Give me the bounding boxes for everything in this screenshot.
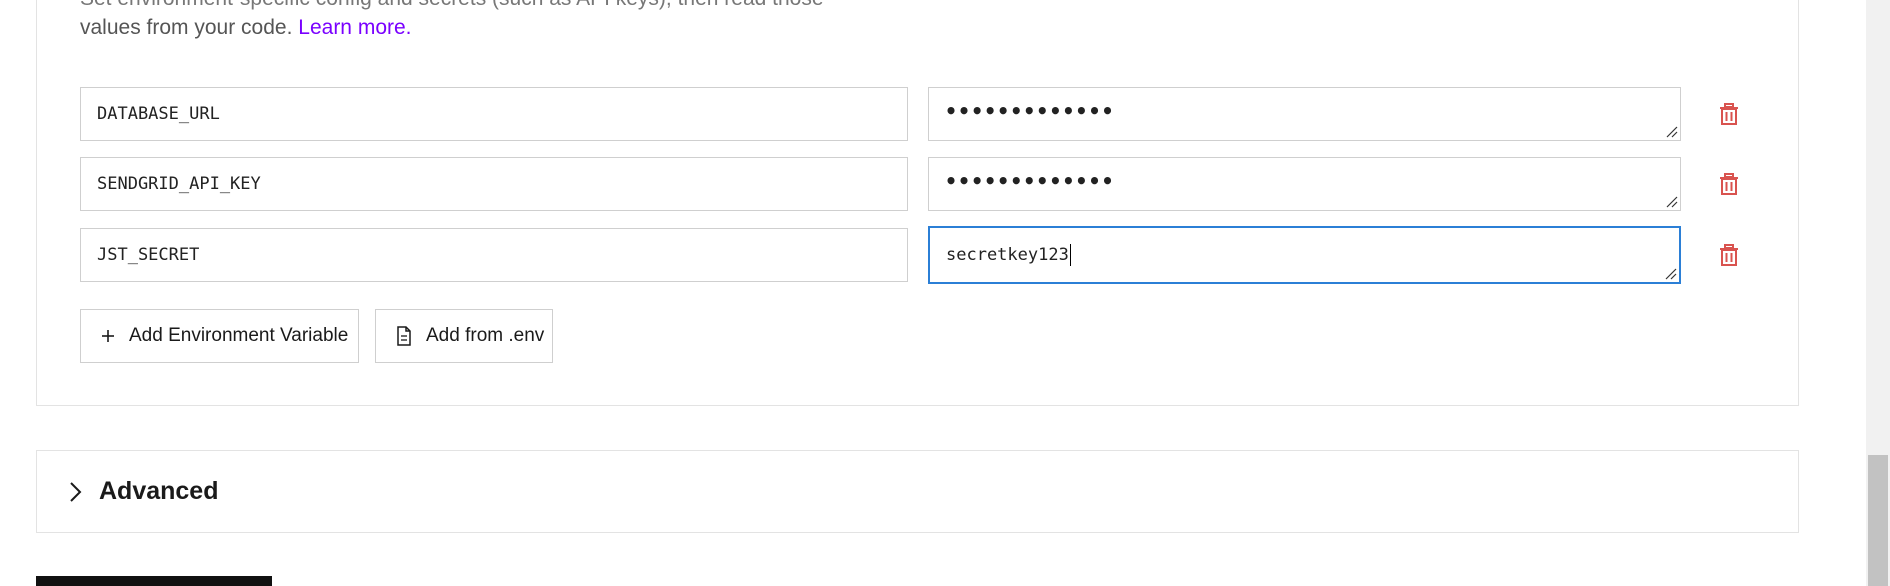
- add-environment-variable-button[interactable]: Add Environment Variable: [80, 309, 359, 363]
- masked-value: •••••••••••••: [945, 169, 1115, 193]
- trash-icon[interactable]: [1716, 242, 1742, 268]
- submit-button[interactable]: [36, 576, 272, 586]
- env-key-input[interactable]: SENDGRID_API_KEY: [80, 157, 908, 211]
- scrollbar-thumb[interactable]: [1868, 455, 1888, 586]
- file-icon: [396, 326, 412, 346]
- resize-handle-icon[interactable]: [1664, 194, 1678, 208]
- page: Set environment-specific config and secr…: [0, 0, 1890, 586]
- advanced-title: Advanced: [99, 477, 219, 505]
- env-key-value: JST_SECRET: [97, 245, 200, 265]
- add-from-env-label: Add from .env: [426, 325, 545, 346]
- env-value-text: secretkey123: [946, 245, 1069, 265]
- add-environment-variable-label: Add Environment Variable: [129, 325, 349, 346]
- env-value-input[interactable]: •••••••••••••: [928, 87, 1681, 141]
- description-line-2: values from your code. Learn more.: [80, 14, 412, 42]
- learn-more-link[interactable]: Learn more.: [298, 16, 411, 39]
- env-key-value: SENDGRID_API_KEY: [97, 174, 261, 194]
- env-value-input[interactable]: •••••••••••••: [928, 157, 1681, 211]
- env-key-input[interactable]: DATABASE_URL: [80, 87, 908, 141]
- text-cursor: [1069, 244, 1071, 266]
- description-text: values from your code.: [80, 16, 293, 39]
- trash-icon[interactable]: [1716, 101, 1742, 127]
- env-key-input[interactable]: JST_SECRET: [80, 228, 908, 282]
- resize-handle-icon[interactable]: [1664, 124, 1678, 138]
- chevron-right-icon: [67, 480, 83, 504]
- resize-handle-icon[interactable]: [1663, 266, 1677, 280]
- masked-value: •••••••••••••: [945, 99, 1115, 123]
- env-key-value: DATABASE_URL: [97, 104, 220, 124]
- advanced-section-toggle[interactable]: Advanced: [36, 450, 1799, 533]
- trash-icon[interactable]: [1716, 171, 1742, 197]
- description-line-1: Set environment-specific config and secr…: [80, 0, 824, 13]
- env-value-input[interactable]: secretkey123: [928, 226, 1681, 284]
- add-from-env-button[interactable]: Add from .env: [375, 309, 553, 363]
- plus-icon: [101, 329, 115, 343]
